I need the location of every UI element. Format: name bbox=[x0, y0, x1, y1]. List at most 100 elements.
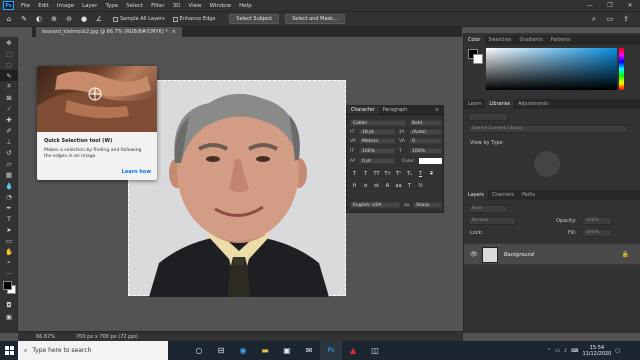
font-family-select[interactable]: Calibri bbox=[350, 120, 406, 126]
home-icon[interactable]: ⌂ bbox=[3, 14, 15, 24]
tab-paths[interactable]: Paths bbox=[518, 190, 539, 200]
add-to-selection-icon[interactable]: ⊕ bbox=[48, 14, 60, 24]
lasso-tool-icon[interactable]: ◌ bbox=[0, 59, 18, 70]
path-selection-tool-icon[interactable]: ➤ bbox=[0, 224, 18, 235]
menu-3d[interactable]: 3D bbox=[169, 3, 185, 9]
tab-libraries[interactable]: Libraries bbox=[485, 99, 515, 109]
pdf-app-icon[interactable]: ▲ bbox=[342, 341, 364, 360]
task-view-icon[interactable]: ⊟ bbox=[210, 341, 232, 360]
menu-filter[interactable]: Filter bbox=[147, 3, 169, 9]
fractions-icon[interactable]: ½ bbox=[417, 182, 424, 189]
tab-patterns[interactable]: Patterns bbox=[547, 35, 575, 45]
show-hidden-icons-icon[interactable]: ⌃ bbox=[547, 348, 551, 354]
quick-selection-tool-icon[interactable]: ✎ bbox=[18, 14, 30, 24]
vertical-scale-field[interactable]: 100% bbox=[359, 148, 395, 154]
all-caps-button[interactable]: TT bbox=[373, 170, 380, 177]
tab-layers[interactable]: Layers bbox=[464, 190, 488, 200]
baseline-shift-field[interactable]: 0 pt bbox=[359, 158, 395, 164]
panel-menu-icon[interactable]: ≡ bbox=[431, 106, 443, 114]
search-icon[interactable]: ⌕ bbox=[588, 14, 600, 24]
superscript-button[interactable]: T¹ bbox=[395, 170, 402, 177]
eraser-tool-icon[interactable]: ▱ bbox=[0, 158, 18, 169]
menu-window[interactable]: Window bbox=[205, 3, 235, 9]
file-explorer-icon[interactable]: ▬ bbox=[254, 341, 276, 360]
zoom-tool-icon[interactable]: ⌕ bbox=[0, 257, 18, 268]
rectangle-tool-icon[interactable]: ▭ bbox=[0, 235, 18, 246]
photoshop-taskbar-icon[interactable]: Ps bbox=[320, 341, 342, 360]
edge-browser-icon[interactable]: ◉ bbox=[232, 341, 254, 360]
ordinals-icon[interactable]: T bbox=[406, 182, 413, 189]
blend-mode-select[interactable]: Normal bbox=[468, 217, 516, 225]
app-icon[interactable]: ◫ bbox=[364, 341, 386, 360]
blur-tool-icon[interactable]: 💧 bbox=[0, 180, 18, 191]
notifications-icon[interactable]: ▢ bbox=[615, 348, 620, 354]
maximize-button[interactable]: ❐ bbox=[600, 0, 620, 11]
select-and-mask-button[interactable]: Select and Mask... bbox=[285, 14, 345, 24]
zoom-level[interactable]: 66.67% bbox=[36, 334, 66, 340]
ligatures-icon[interactable]: fi bbox=[351, 182, 358, 189]
swash-icon[interactable]: st bbox=[373, 182, 380, 189]
store-icon[interactable]: ▣ bbox=[276, 341, 298, 360]
more-tools-icon[interactable]: ··· bbox=[0, 268, 18, 279]
menu-layer[interactable]: Layer bbox=[78, 3, 101, 9]
brush-size-icon[interactable]: ● bbox=[78, 14, 90, 24]
tab-swatches[interactable]: Swatches bbox=[485, 35, 516, 45]
subscript-button[interactable]: T₁ bbox=[406, 170, 413, 177]
close-tab-icon[interactable]: × bbox=[172, 29, 176, 35]
tab-gradients[interactable]: Gradients bbox=[515, 35, 546, 45]
learn-how-link[interactable]: Learn how bbox=[122, 169, 151, 175]
screen-mode-icon[interactable]: ▣ bbox=[0, 311, 18, 322]
taskbar-clock[interactable]: 15:54 11/12/2020 bbox=[582, 345, 611, 357]
gradient-tool-icon[interactable]: ▦ bbox=[0, 169, 18, 180]
clone-stamp-tool-icon[interactable]: ⊥ bbox=[0, 136, 18, 147]
select-subject-button[interactable]: Select Subject bbox=[229, 14, 280, 24]
volume-icon[interactable]: ♪ bbox=[564, 348, 567, 354]
history-brush-tool-icon[interactable]: ↺ bbox=[0, 147, 18, 158]
mail-icon[interactable]: ✉ bbox=[298, 341, 320, 360]
move-tool-icon[interactable]: ✥ bbox=[0, 37, 18, 48]
view-by-type-select[interactable]: View by Type bbox=[470, 140, 503, 146]
faux-bold-button[interactable]: T bbox=[351, 170, 358, 177]
document-canvas[interactable] bbox=[128, 80, 346, 297]
layer-row-background[interactable]: 👁 Background 🔒 bbox=[464, 243, 640, 265]
menu-view[interactable]: View bbox=[184, 3, 205, 9]
document-tab[interactable]: leonard_kleinrock2.jpg @ 66.7% (RGB/8#/C… bbox=[36, 27, 182, 37]
tab-adjustments[interactable]: Adjustments bbox=[514, 99, 552, 109]
opacity-field[interactable]: 100% bbox=[582, 217, 612, 225]
font-style-select[interactable]: Bold bbox=[409, 120, 442, 126]
quick-mask-icon[interactable]: ◘ bbox=[0, 299, 18, 310]
cortana-icon[interactable]: ○ bbox=[188, 341, 210, 360]
tab-color[interactable]: Color bbox=[464, 35, 485, 45]
menu-file[interactable]: File bbox=[17, 3, 34, 9]
windows-start-icon[interactable] bbox=[0, 341, 18, 360]
quick-selection-tool-icon[interactable]: ✎ bbox=[0, 70, 18, 81]
tracking-field[interactable]: 0 bbox=[409, 138, 442, 144]
color-field[interactable] bbox=[486, 48, 617, 90]
enhance-edge-checkbox[interactable]: Enhance Edge bbox=[172, 16, 215, 22]
menu-type[interactable]: Type bbox=[101, 3, 122, 9]
menu-image[interactable]: Image bbox=[53, 3, 78, 9]
titling-icon[interactable]: aa bbox=[395, 182, 402, 189]
tab-channels[interactable]: Channels bbox=[488, 190, 518, 200]
eye-icon[interactable]: 👁 bbox=[470, 251, 478, 258]
menu-select[interactable]: Select bbox=[122, 3, 147, 9]
underline-button[interactable]: T bbox=[417, 170, 424, 177]
marquee-tool-icon[interactable]: ⬚ bbox=[0, 48, 18, 59]
small-caps-button[interactable]: Tт bbox=[384, 170, 391, 177]
horizontal-scale-field[interactable]: 100% bbox=[409, 148, 442, 154]
foreground-color-swatch[interactable] bbox=[3, 281, 12, 290]
faux-italic-button[interactable]: T bbox=[362, 170, 369, 177]
strikethrough-button[interactable]: T bbox=[428, 170, 435, 177]
close-button[interactable]: ✕ bbox=[620, 0, 640, 11]
brush-angle-icon[interactable]: ∠ bbox=[93, 14, 105, 24]
menu-help[interactable]: Help bbox=[235, 3, 256, 9]
tab-character[interactable]: Character bbox=[347, 106, 379, 114]
dodge-tool-icon[interactable]: ◔ bbox=[0, 191, 18, 202]
tab-paragraph[interactable]: Paragraph bbox=[379, 106, 412, 114]
minimize-button[interactable]: — bbox=[580, 0, 600, 11]
hand-tool-icon[interactable]: ✋ bbox=[0, 246, 18, 257]
eyedropper-tool-icon[interactable]: ⁄ bbox=[0, 103, 18, 114]
text-color-swatch[interactable] bbox=[419, 158, 442, 164]
sample-all-layers-checkbox[interactable]: Sample All Layers bbox=[113, 16, 165, 22]
fill-field[interactable]: 100% bbox=[582, 229, 612, 237]
